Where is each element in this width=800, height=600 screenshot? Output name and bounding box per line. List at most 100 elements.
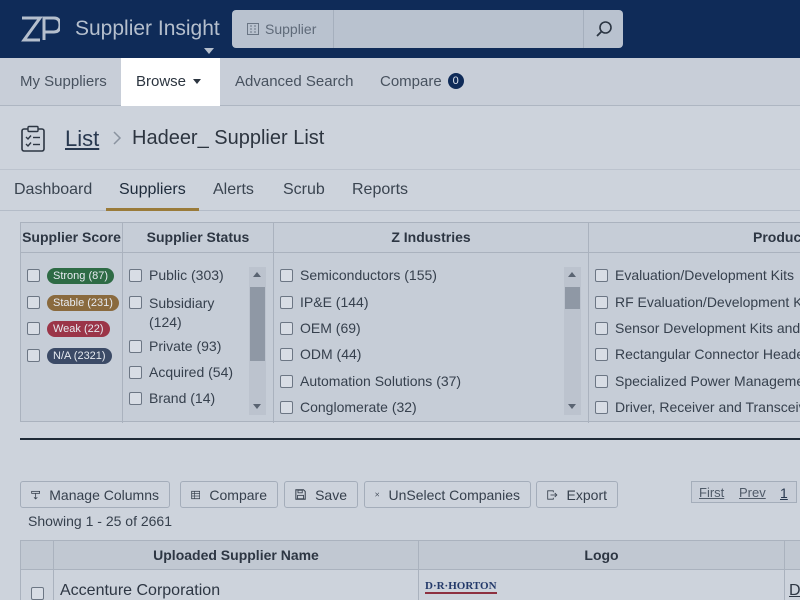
product-option[interactable]: Specialized Power Manageme [595, 373, 800, 389]
tab-alerts[interactable]: Alerts [213, 170, 254, 211]
nav-advanced-search[interactable]: Advanced Search [235, 58, 353, 106]
checkbox[interactable] [129, 366, 142, 379]
pagination-page-1[interactable]: 1 [780, 485, 788, 501]
checkbox[interactable] [129, 269, 142, 282]
industry-option[interactable]: Conglomerate (32) [280, 399, 417, 415]
checkbox[interactable] [595, 269, 608, 282]
table-row: Accenture Corporation D·R·HORTON D [20, 570, 800, 600]
checkbox[interactable] [280, 348, 293, 361]
table-header: Uploaded Supplier Name Logo [20, 540, 800, 570]
checkbox[interactable] [27, 349, 40, 362]
search-input[interactable] [334, 10, 583, 48]
search-button[interactable] [583, 10, 623, 48]
supplier-name[interactable]: Accenture Corporation [60, 582, 220, 600]
tab-scrub[interactable]: Scrub [283, 170, 325, 211]
supplier-logo: D·R·HORTON [425, 580, 497, 594]
status-option-public[interactable]: Public (303) [129, 267, 224, 283]
industry-label: Conglomerate (32) [300, 399, 417, 415]
compare-table-icon [191, 490, 201, 499]
search-scope-selector[interactable]: Supplier [232, 10, 334, 48]
checklist-icon [21, 125, 45, 152]
next-column-value[interactable]: D [789, 582, 800, 600]
checkbox[interactable] [595, 348, 608, 361]
export-label: Export [566, 486, 607, 503]
status-option-subsidiary[interactable]: Subsidiary (124) [129, 294, 214, 332]
scroll-down-icon[interactable] [568, 404, 576, 409]
main-nav: My Suppliers Browse Advanced Search Comp… [0, 58, 800, 106]
export-button[interactable]: Export [536, 481, 618, 508]
score-option-stable[interactable]: Stable (231) [27, 294, 119, 311]
industry-option[interactable]: Automation Solutions (37) [280, 373, 461, 389]
nav-compare[interactable]: Compare 0 [380, 58, 464, 106]
status-option-private[interactable]: Private (93) [129, 338, 221, 354]
nav-browse-label: Browse [136, 73, 187, 90]
tab-dashboard[interactable]: Dashboard [14, 170, 92, 211]
column-header-supplier-name[interactable]: Uploaded Supplier Name [54, 541, 419, 570]
industries-scrollbar[interactable] [564, 267, 581, 415]
checkbox[interactable] [280, 269, 293, 282]
score-option-strong[interactable]: Strong (87) [27, 267, 115, 284]
checkbox[interactable] [129, 340, 142, 353]
checkbox[interactable] [27, 269, 40, 282]
scroll-thumb[interactable] [250, 287, 265, 361]
scroll-thumb[interactable] [565, 287, 580, 309]
compare-button[interactable]: Compare [180, 481, 278, 508]
product-option[interactable]: Sensor Development Kits and [595, 320, 800, 336]
column-header-logo[interactable]: Logo [419, 541, 785, 570]
columns-icon [31, 490, 41, 500]
filter-panel: Supplier Score Strong (87) Stable (231) … [20, 222, 800, 423]
unselect-companies-button[interactable]: UnSelect Companies [364, 481, 531, 508]
row-checkbox[interactable] [31, 587, 44, 600]
product-label: Specialized Power Manageme [615, 373, 800, 389]
tab-reports[interactable]: Reports [352, 170, 408, 211]
nav-my-suppliers[interactable]: My Suppliers [20, 58, 107, 106]
score-option-weak[interactable]: Weak (22) [27, 320, 110, 337]
industry-option[interactable]: Semiconductors (155) [280, 267, 437, 283]
results-count: Showing 1 - 25 of 2661 [28, 513, 172, 529]
checkbox[interactable] [129, 296, 142, 309]
industry-option[interactable]: IP&E (144) [280, 294, 368, 310]
checkbox[interactable] [129, 392, 142, 405]
industry-option[interactable]: ODM (44) [280, 346, 361, 362]
checkbox[interactable] [27, 296, 40, 309]
checkbox[interactable] [595, 375, 608, 388]
checkbox[interactable] [595, 401, 608, 414]
product-option[interactable]: RF Evaluation/Development K [595, 294, 800, 310]
status-option-brand[interactable]: Brand (14) [129, 390, 215, 406]
status-label: Brand (14) [149, 390, 216, 406]
product-label: Rectangular Connector Heade [615, 346, 800, 362]
save-button[interactable]: Save [284, 481, 358, 508]
score-badge-strong: Strong (87) [47, 268, 115, 284]
nav-pointer-icon [204, 48, 214, 54]
nav-browse[interactable]: Browse [121, 58, 220, 106]
pagination-first[interactable]: First [699, 485, 724, 500]
checkbox[interactable] [27, 322, 40, 335]
checkbox[interactable] [280, 375, 293, 388]
breadcrumb-list-link[interactable]: List [65, 126, 99, 152]
status-option-acquired[interactable]: Acquired (54) [129, 364, 233, 380]
product-option[interactable]: Rectangular Connector Heade [595, 346, 800, 362]
industry-label: Automation Solutions (37) [300, 373, 462, 389]
status-scrollbar[interactable] [249, 267, 266, 415]
compare-label: Compare [209, 486, 267, 503]
select-all-column [21, 541, 54, 570]
checkbox[interactable] [595, 322, 608, 335]
scroll-up-icon[interactable] [253, 272, 261, 277]
scroll-down-icon[interactable] [253, 404, 261, 409]
product-option[interactable]: Evaluation/Development Kits [595, 267, 794, 283]
score-option-na[interactable]: N/A (2321) [27, 347, 112, 364]
industry-label: Semiconductors (155) [300, 267, 437, 283]
product-option[interactable]: Driver, Receiver and Transceiv [595, 399, 800, 415]
scroll-up-icon[interactable] [568, 272, 576, 277]
manage-columns-button[interactable]: Manage Columns [20, 481, 170, 508]
checkbox[interactable] [280, 322, 293, 335]
search-icon [595, 21, 612, 37]
tab-suppliers[interactable]: Suppliers [106, 170, 199, 211]
checkbox[interactable] [595, 296, 608, 309]
checkbox[interactable] [280, 401, 293, 414]
pagination-prev[interactable]: Prev [739, 485, 766, 500]
checkbox[interactable] [280, 296, 293, 309]
top-header: Supplier Insight Supplier [0, 0, 800, 58]
status-label-line: Subsidiary [149, 295, 215, 311]
industry-option[interactable]: OEM (69) [280, 320, 361, 336]
